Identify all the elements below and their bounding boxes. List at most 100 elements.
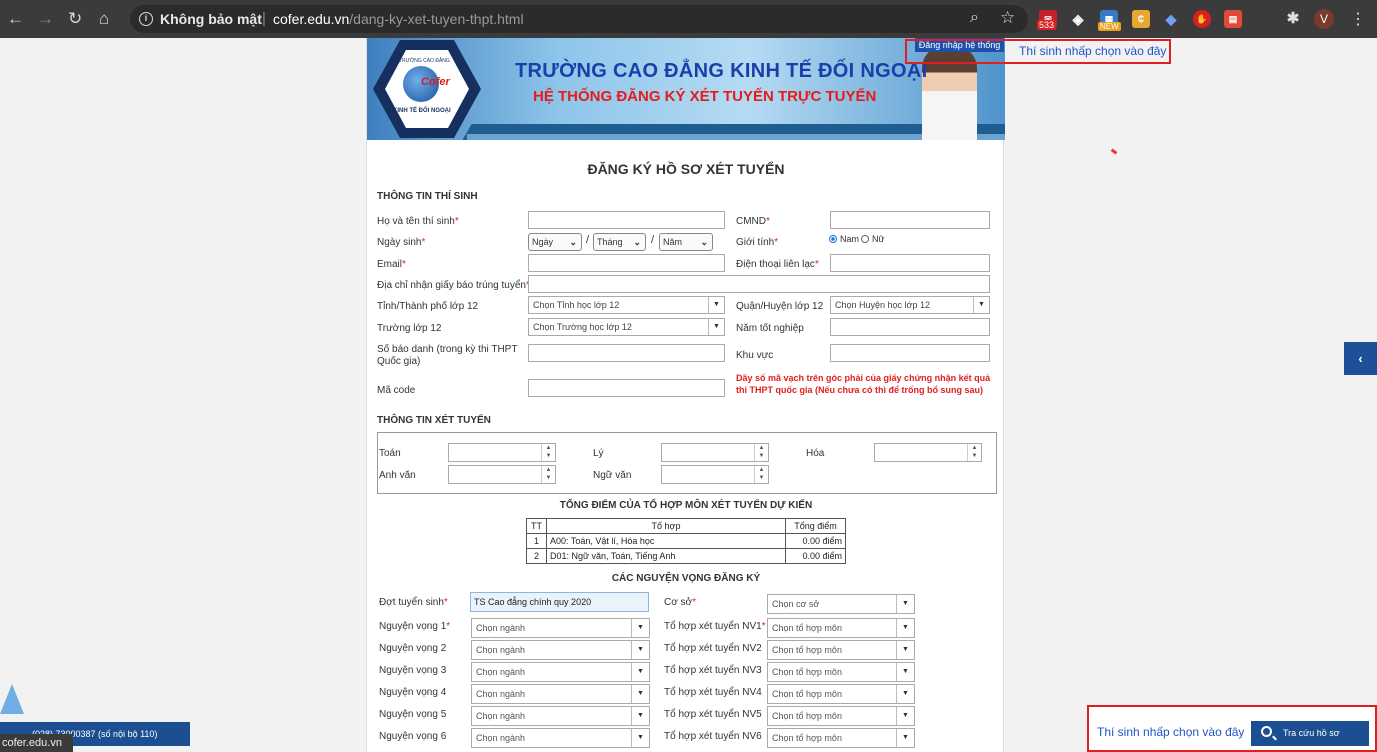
wish-5-major-select[interactable]: Chọn ngành ▼ bbox=[471, 706, 650, 726]
english-score-input[interactable]: ▲ ▼ bbox=[448, 465, 556, 484]
info-icon[interactable]: i bbox=[139, 12, 153, 26]
dob-day-select[interactable]: Ngày ⌄ bbox=[528, 233, 582, 251]
registration-page: Cofer TRƯỜNG CAO ĐẲNG KINH TẾ ĐỐI NGOẠI … bbox=[366, 38, 1005, 752]
dropdown-arrow-icon: ▼ bbox=[896, 707, 914, 725]
code-input[interactable] bbox=[528, 379, 725, 397]
email-input[interactable] bbox=[528, 254, 725, 272]
school12-select[interactable]: Chọn Trường học lớp 12 ▼ bbox=[528, 318, 725, 336]
gender-male-radio[interactable] bbox=[829, 235, 837, 243]
callout-text-bottom[interactable]: Thí sinh nhấp chọn vào đây bbox=[1097, 725, 1244, 739]
round-label: Đợt tuyển sinh* bbox=[379, 597, 448, 608]
side-toggle-chevron-icon[interactable]: ‹ bbox=[1344, 342, 1377, 375]
wish-2-label: Nguyện vọng 2 bbox=[379, 643, 447, 654]
dob-month-select[interactable]: Tháng ⌄ bbox=[593, 233, 646, 251]
sbd-input[interactable] bbox=[528, 344, 725, 362]
zoom-icon[interactable]: ⌕ bbox=[970, 9, 979, 27]
round-input[interactable]: TS Cao đẳng chính quy 2020 bbox=[470, 592, 649, 612]
dropdown-arrow-icon: ▼ bbox=[631, 663, 649, 681]
wish-1-label: Nguyện vọng 1* bbox=[379, 621, 451, 632]
section-admission-info: THÔNG TIN XÉT TUYỂN bbox=[377, 415, 491, 426]
spinner-icon: ▲ ▼ bbox=[967, 444, 981, 461]
code-label: Mã code bbox=[377, 385, 416, 396]
wish-4-combo-select[interactable]: Chọn tổ hợp môn ▼ bbox=[767, 684, 915, 704]
dropdown-arrow-icon: ▼ bbox=[896, 641, 914, 659]
back-arrow-icon[interactable]: ← bbox=[7, 9, 24, 29]
email-label: Email* bbox=[377, 259, 406, 270]
wish-5-label: Nguyện vọng 5 bbox=[379, 709, 447, 720]
chemistry-score-input[interactable]: ▲ ▼ bbox=[874, 443, 982, 462]
lookup-button[interactable]: Tra cứu hồ sơ bbox=[1251, 721, 1369, 746]
province-label: Tỉnh/Thành phố lớp 12 bbox=[377, 301, 479, 312]
fullname-label: Họ và tên thí sinh* bbox=[377, 216, 459, 227]
home-icon[interactable]: ⌂ bbox=[99, 9, 109, 29]
phone-input[interactable] bbox=[830, 254, 990, 272]
wish-2-major-select[interactable]: Chọn ngành ▼ bbox=[471, 640, 650, 660]
id-card-input[interactable] bbox=[830, 211, 990, 229]
literature-score-input[interactable]: ▲ ▼ bbox=[661, 465, 769, 484]
callout-text-top[interactable]: Thí sinh nhấp chọn vào đây bbox=[1019, 44, 1166, 58]
wish-2-combo-select[interactable]: Chọn tổ hợp môn ▼ bbox=[767, 640, 915, 660]
region-input[interactable] bbox=[830, 344, 990, 362]
forward-arrow-icon[interactable]: → bbox=[37, 9, 54, 29]
wish-1-combo-select[interactable]: Chọn tổ hợp môn ▼ bbox=[767, 618, 915, 638]
wish-6-major-select[interactable]: Chọn ngành ▼ bbox=[471, 728, 650, 748]
dropdown-arrow-icon: ▼ bbox=[896, 619, 914, 637]
address-label: Địa chỉ nhận giấy báo trúng tuyển* bbox=[377, 280, 530, 291]
province-select[interactable]: Chọn Tỉnh học lớp 12 ▼ bbox=[528, 296, 725, 314]
campus-select[interactable]: Chọn cơ sở ▼ bbox=[767, 594, 915, 614]
dropdown-arrow-icon: ▼ bbox=[896, 685, 914, 703]
wish-1-major-select[interactable]: Chọn ngành ▼ bbox=[471, 618, 650, 638]
reload-icon[interactable]: ↻ bbox=[68, 9, 82, 29]
separator: | bbox=[262, 10, 266, 27]
url-text[interactable]: cofer.edu.vn/dang-ky-xet-tuyen-thpt.html bbox=[273, 11, 524, 27]
math-label: Toán bbox=[379, 448, 401, 459]
dob-year-select[interactable]: Năm ⌄ bbox=[659, 233, 713, 251]
table-header-row: TT Tổ hợp Tổng điểm bbox=[526, 518, 846, 534]
wishes-title: CÁC NGUYỆN VỌNG ĐĂNG KÝ bbox=[611, 573, 761, 584]
adblock-extension-icon[interactable]: ✋ bbox=[1193, 10, 1211, 28]
address-input[interactable] bbox=[528, 275, 990, 293]
table-cell: D01: Ngữ văn, Toán, Tiếng Anh bbox=[546, 548, 786, 564]
campus-label: Cơ sở* bbox=[664, 597, 697, 608]
dropdown-arrow-icon: ▼ bbox=[631, 707, 649, 725]
logo-top-text: TRƯỜNG CAO ĐẲNG bbox=[399, 58, 450, 64]
gender-female-radio[interactable] bbox=[861, 235, 869, 243]
diamond-extension-icon[interactable]: ◆ bbox=[1162, 10, 1180, 28]
extensions-puzzle-icon[interactable]: ✱ bbox=[1284, 10, 1302, 28]
coin-extension-icon[interactable]: ₵ bbox=[1132, 10, 1150, 28]
menu-kebab-icon[interactable]: ⋮ bbox=[1350, 9, 1366, 29]
dob-label: Ngày sinh* bbox=[377, 237, 426, 248]
wish-4-major-select[interactable]: Chọn ngành ▼ bbox=[471, 684, 650, 704]
profile-avatar[interactable]: V bbox=[1314, 9, 1334, 29]
shield-extension-icon[interactable]: ◈ bbox=[1069, 10, 1087, 28]
table-row: 2 D01: Ngữ văn, Toán, Tiếng Anh 0.00 điể… bbox=[526, 548, 846, 564]
mail-badge: 533 bbox=[1037, 20, 1057, 30]
spinner-icon: ▲ ▼ bbox=[754, 466, 768, 483]
wish-2-combo-label: Tổ hợp xét tuyển NV2 bbox=[664, 643, 762, 654]
fullname-input[interactable] bbox=[528, 211, 725, 229]
bookmark-star-icon[interactable]: ☆ bbox=[1000, 8, 1015, 28]
dropdown-arrow-icon: ▼ bbox=[973, 297, 989, 313]
wish-6-combo-select[interactable]: Chọn tổ hợp môn ▼ bbox=[767, 728, 915, 748]
district-select[interactable]: Chọn Huyện học lớp 12 ▼ bbox=[830, 296, 990, 314]
math-score-input[interactable]: ▲ ▼ bbox=[448, 443, 556, 462]
dropdown-arrow-icon: ▼ bbox=[631, 641, 649, 659]
physics-score-input[interactable]: ▲ ▼ bbox=[661, 443, 769, 462]
col-header: Tổ hợp bbox=[546, 518, 786, 534]
calendar-extension-icon[interactable]: ▤ bbox=[1224, 10, 1242, 28]
wish-3-major-select[interactable]: Chọn ngành ▼ bbox=[471, 662, 650, 682]
search-icon bbox=[1261, 726, 1272, 737]
grad-year-input[interactable] bbox=[830, 318, 990, 336]
col-header: TT bbox=[526, 518, 547, 534]
dropdown-arrow-icon: ▼ bbox=[896, 663, 914, 681]
page-title: ĐĂNG KÝ HỒ SƠ XÉT TUYỂN bbox=[587, 161, 785, 177]
wish-3-combo-label: Tổ hợp xét tuyển NV3 bbox=[664, 665, 762, 676]
gender-female-label: Nữ bbox=[872, 234, 885, 244]
chemistry-label: Hóa bbox=[806, 448, 825, 459]
school12-label: Trường lớp 12 bbox=[377, 323, 442, 334]
combo-title: TỔNG ĐIỂM CỦA TỔ HỢP MÔN XÉT TUYỂN DỰ KI… bbox=[559, 500, 813, 511]
address-bar[interactable]: i Không bảo mật | cofer.edu.vn/dang-ky-x… bbox=[130, 5, 1028, 33]
wish-4-label: Nguyện vọng 4 bbox=[379, 687, 447, 698]
wish-5-combo-select[interactable]: Chọn tổ hợp môn ▼ bbox=[767, 706, 915, 726]
wish-3-combo-select[interactable]: Chọn tổ hợp môn ▼ bbox=[767, 662, 915, 682]
